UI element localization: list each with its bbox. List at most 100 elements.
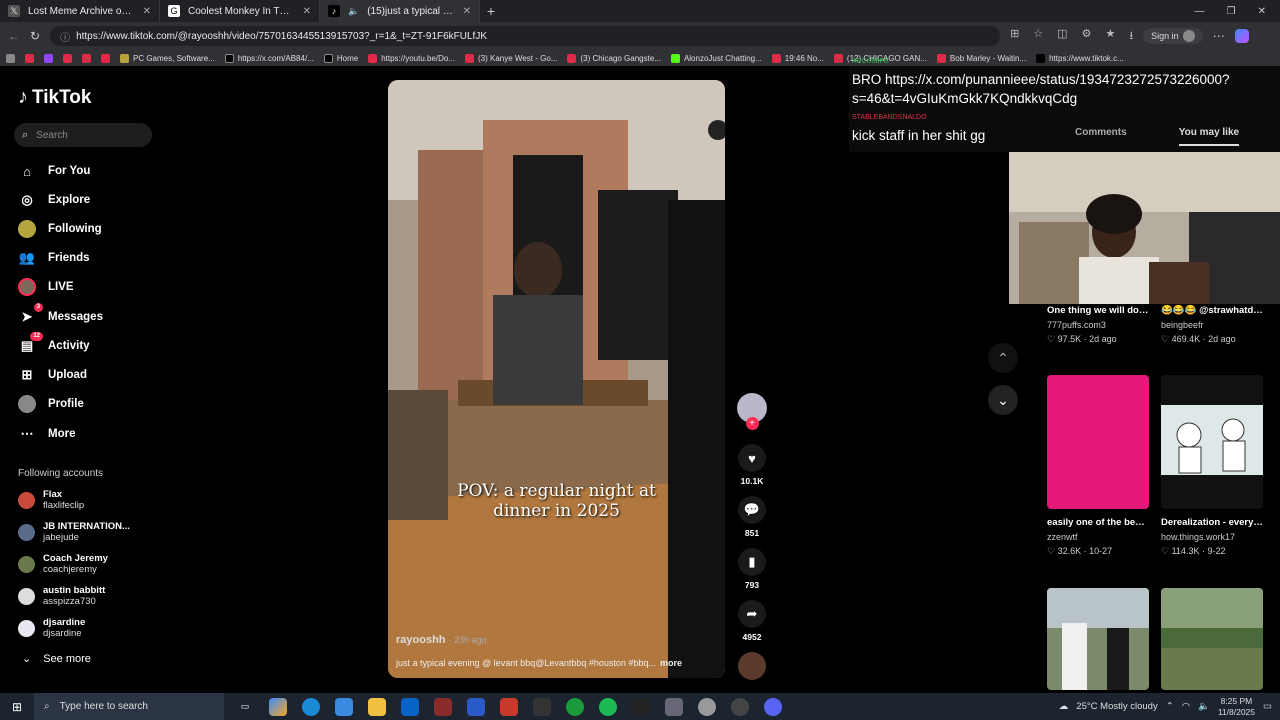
next-video-button[interactable]: ⌄ [988, 385, 1018, 415]
site-info-icon[interactable]: ⓘ [60, 29, 70, 44]
video-player[interactable]: POV: a regular night at dinner in 2025 r… [388, 80, 725, 678]
favorites-icon[interactable]: ★ [1105, 27, 1115, 46]
comment-button[interactable]: 💬 851 [736, 496, 768, 538]
sound-disc[interactable] [736, 652, 768, 680]
bookmark-item[interactable]: https://x.com/AB84/... [224, 53, 314, 63]
bookmark-item[interactable]: (3) Chicago Gangste... [567, 53, 661, 63]
recommendation-card[interactable]: One thing we will do as a collective... … [1047, 303, 1149, 346]
weather-icon[interactable]: ☁ [1059, 701, 1069, 712]
nav-live[interactable]: LIVE [18, 278, 74, 296]
browser-tab-2[interactable]: G Coolest Monkey In The Jungle at ✕ [160, 0, 320, 22]
save-button[interactable]: ▮ 793 [736, 548, 768, 590]
bookmark-icon-only[interactable] [63, 53, 72, 63]
tab-you-may-like[interactable]: You may like [1178, 127, 1240, 146]
app-icon[interactable] [500, 697, 518, 716]
account-item[interactable]: JB INTERNATION... jabejude [18, 521, 130, 543]
tiktok-logo[interactable]: ♪ TikTok [18, 86, 91, 109]
bookmark-icon-only[interactable] [82, 53, 91, 63]
see-more-button[interactable]: ⌄ See more [22, 652, 91, 666]
download-icon[interactable]: ⭳ [1129, 27, 1133, 46]
split-icon[interactable]: ◫ [1057, 27, 1067, 46]
close-tab-icon[interactable]: ✕ [303, 6, 311, 17]
account-item[interactable]: djsardine djsardine [18, 617, 85, 639]
clock[interactable]: 8:25 PM 11/8/2025 [1218, 696, 1255, 718]
app-icon[interactable] [698, 697, 716, 716]
account-item[interactable]: Coach Jeremy coachjeremy [18, 553, 108, 575]
search-input[interactable]: ⌕ Search [14, 123, 152, 147]
refresh-icon[interactable]: ↻ [30, 29, 40, 43]
bookmark-icon-only[interactable] [25, 53, 34, 63]
bookmark-item[interactable]: 19:46 No... [771, 53, 824, 63]
bookmark-item[interactable]: AlonzoJust Chatting... [670, 53, 762, 63]
nav-upload[interactable]: ⊞ Upload [18, 366, 87, 384]
apps-icon[interactable]: ⊞ [1010, 27, 1019, 46]
new-tab-button[interactable]: + [480, 0, 502, 22]
nav-more[interactable]: ⋯ More [18, 425, 76, 443]
app-icon[interactable] [632, 697, 650, 716]
nav-following[interactable]: Following [18, 220, 102, 238]
previous-video-button[interactable]: ⌃ [988, 343, 1018, 373]
tab-comments[interactable]: Comments [1075, 127, 1127, 146]
bookmark-item[interactable]: https://www.tiktok.c... [1036, 53, 1124, 63]
browser-tab-3[interactable]: ♪ 🔈 (15)just a typical evening @ ✕ [320, 0, 480, 22]
app-icon[interactable] [731, 697, 749, 716]
copilot-icon[interactable] [1234, 29, 1249, 43]
recommendation-card[interactable]: easily one of the best on die lit ngl...… [1047, 375, 1149, 558]
close-tab-icon[interactable]: ✕ [463, 6, 471, 17]
account-item[interactable]: austin babbitt asspizza730 [18, 585, 105, 607]
bookmark-item[interactable]: Home [323, 53, 358, 63]
more-link[interactable]: more [660, 658, 682, 668]
wifi-icon[interactable]: ◠ [1182, 701, 1190, 712]
app-icon[interactable] [467, 697, 485, 716]
sign-in-button[interactable]: Sign in [1143, 28, 1203, 44]
store-icon[interactable] [335, 697, 353, 716]
outlook-icon[interactable] [401, 697, 419, 716]
extensions-icon[interactable]: ⚙ [1082, 27, 1092, 46]
close-window-icon[interactable]: ✕ [1258, 6, 1266, 17]
copilot-app-icon[interactable] [269, 697, 287, 716]
taskbar-search[interactable]: ⌕ Type here to search [34, 693, 224, 720]
app-icon[interactable] [533, 697, 551, 716]
close-tab-icon[interactable]: ✕ [143, 6, 151, 17]
app-icon[interactable] [434, 697, 452, 716]
file-explorer-icon[interactable] [368, 697, 386, 716]
nav-profile[interactable]: Profile [18, 395, 84, 413]
share-button[interactable]: ➦ 4952 [736, 600, 768, 642]
recommendation-card[interactable]: 😂😂😂 @strawhatdan beingbeefr ♡ 469.4K · 2… [1161, 303, 1263, 346]
bookmark-item[interactable]: Bob Marley - Waitin... [936, 53, 1026, 63]
notifications-icon[interactable]: ▭ [1263, 701, 1272, 712]
account-item[interactable]: Flax flaxlifeclip [18, 489, 84, 511]
nav-activity[interactable]: ▤ 12 Activity [18, 332, 90, 355]
volume-icon[interactable]: 🔈 [1198, 701, 1210, 712]
bookmark-item[interactable]: (3) Kanye West - Go... [465, 53, 557, 63]
speaker-icon[interactable]: 🔈 [348, 6, 359, 17]
maximize-icon[interactable]: ❐ [1227, 6, 1236, 17]
like-button[interactable]: ♥ 10.1K [736, 444, 768, 486]
weather-text[interactable]: 25°C Mostly cloudy [1076, 701, 1157, 712]
follow-plus-icon[interactable]: + [745, 417, 759, 430]
url-field[interactable]: ⓘ https://www.tiktok.com/@rayooshh/video… [50, 26, 1001, 46]
windows-start-icon[interactable]: ⊞ [0, 700, 34, 714]
minimize-icon[interactable]: — [1195, 6, 1205, 17]
bookmark-item[interactable]: https://youtu.be/Do... [368, 53, 455, 63]
nav-messages[interactable]: ➤ 3 Messages [18, 303, 103, 326]
edge-icon[interactable] [302, 697, 320, 716]
creator-avatar[interactable]: + [736, 393, 768, 430]
discord-icon[interactable] [764, 697, 782, 716]
task-view-icon[interactable]: ▭ [236, 698, 254, 716]
spotify-icon[interactable] [599, 697, 617, 716]
bookmark-item[interactable]: PC Games, Software... [120, 53, 215, 63]
menu-dots-icon[interactable]: ⋯ [1213, 29, 1225, 43]
back-icon[interactable]: ← [8, 29, 20, 43]
app-icon[interactable] [665, 697, 683, 716]
chevron-up-icon[interactable]: ⌃ [1166, 701, 1174, 712]
nav-friends[interactable]: 👥 Friends [18, 249, 90, 267]
bookmark-icon-only[interactable] [6, 53, 15, 63]
bookmark-icon-only[interactable] [44, 53, 53, 63]
video-author[interactable]: rayooshh · 23h ago [396, 634, 487, 646]
recommendation-card[interactable] [1047, 588, 1149, 690]
favorite-star-icon[interactable]: ☆ [1033, 27, 1043, 46]
recommendation-card[interactable] [1161, 588, 1263, 690]
bookmark-icon-only[interactable] [101, 53, 110, 63]
nav-explore[interactable]: ◎ Explore [18, 191, 90, 209]
